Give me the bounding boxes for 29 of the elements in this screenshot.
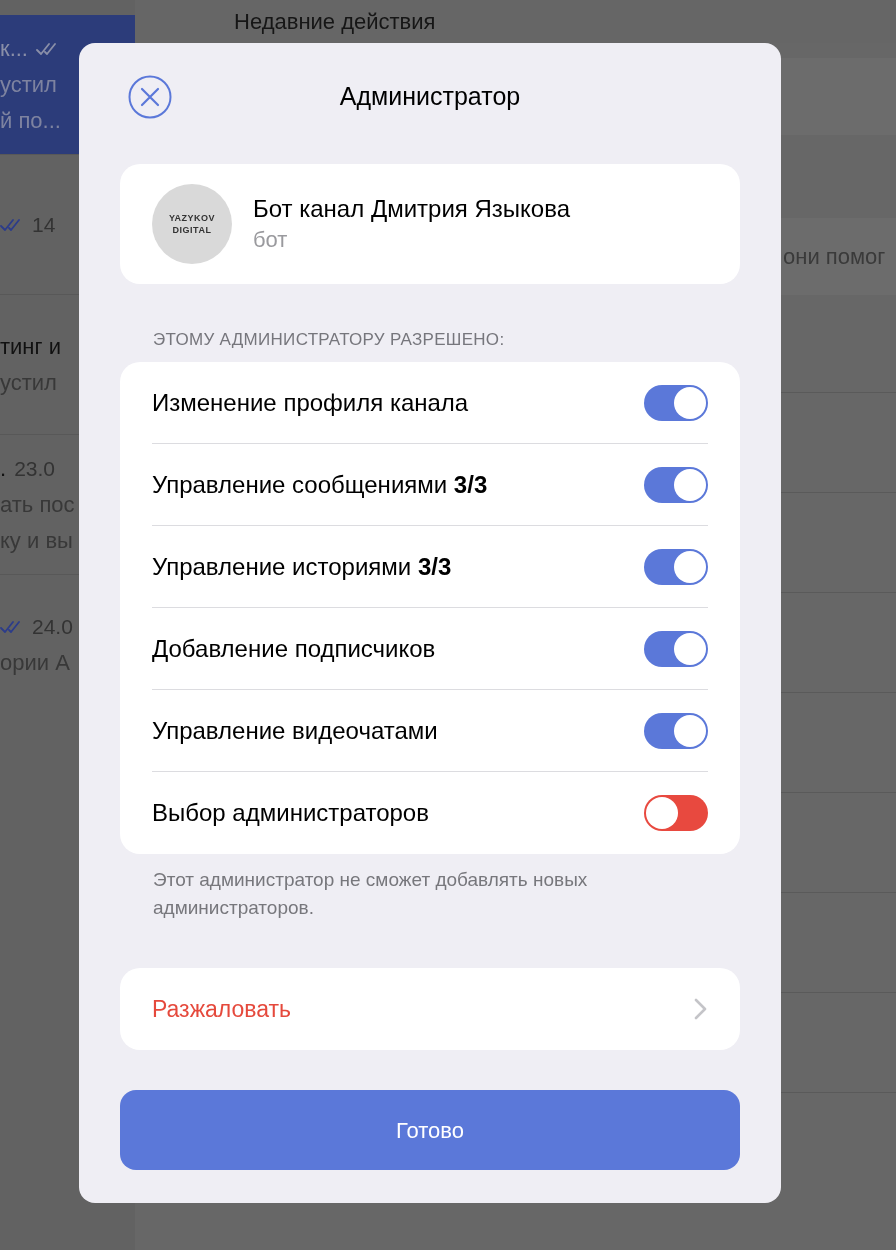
footnote: Этот администратор не сможет добавлять новых администраторов. (152, 868, 589, 920)
chat-preview: устил (0, 70, 58, 99)
chat-title: . (0, 455, 7, 483)
section-header: ЭТОМУ АДМИНИСТРАТОРУ РАЗРЕШЕНО: (152, 329, 506, 351)
toggle-switch[interactable] (644, 466, 708, 503)
panel-header: Недавние действия (234, 8, 436, 36)
chevron-icon (694, 998, 708, 1020)
dialog-title: Администратор (339, 81, 521, 113)
member-name: Бот канал Дмитрия Языкова (253, 194, 570, 224)
chat-title: к... (0, 35, 28, 63)
permission-label: Управление историями 3/3 (152, 551, 452, 582)
chat-preview: й по... (0, 106, 62, 135)
permission-label: Добавление подписчиков (152, 633, 436, 664)
dismiss-row[interactable]: Разжаловать (120, 968, 740, 1050)
member-role: бот (253, 226, 289, 254)
toggle-switch[interactable] (644, 712, 708, 749)
toggle-switch[interactable] (644, 548, 708, 585)
toggle-switch[interactable] (644, 384, 708, 421)
permission-label: Управление видеочатами (152, 715, 438, 746)
avatar-text: YAZYKOV (168, 212, 216, 224)
permission-label: Управление сообщениями 3/3 (152, 469, 488, 500)
permission-label: Выбор администраторов (152, 798, 429, 828)
toggle-switch[interactable] (644, 795, 708, 831)
toggle-switch[interactable] (644, 630, 708, 667)
avatar-text: DIGITAL (172, 224, 212, 236)
chat-title: тинг и (0, 333, 61, 361)
permission-label: Изменение профиля канала (152, 387, 469, 418)
done-button[interactable]: Готово (120, 1090, 740, 1170)
close-icon[interactable] (128, 75, 172, 119)
